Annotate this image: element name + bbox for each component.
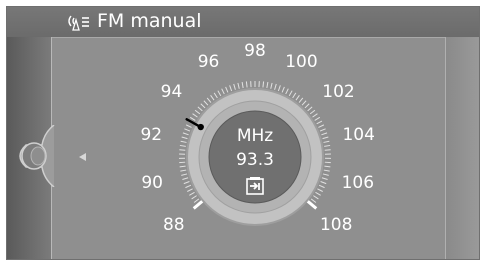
scale-tick [213,92,218,99]
scale-tick [191,195,197,200]
scale-tick [203,100,209,106]
scale-tick [321,177,328,181]
scale-tick [318,124,325,128]
scale-tick [179,149,186,151]
scale-label-96: 96 [197,51,220,72]
scale-tick [281,86,285,93]
scale-tick [206,97,212,103]
scale-tick [315,191,321,196]
scale-tick [274,83,277,90]
scale-tick [194,109,201,115]
scale-tick [298,97,304,103]
scale-tick [183,181,190,185]
radio-screen: FM manual 88 90 92 94 96 98 100 102 104 106 108 MH… [6,6,480,260]
scale-label-98: 98 [244,41,266,61]
scale-tick [323,169,330,172]
scale-tick [225,86,229,93]
scale-tick [180,169,187,172]
scale-tick [241,82,244,89]
scale-tick [270,82,273,89]
scale-tick [187,188,193,192]
scale-tick [277,85,281,92]
scale-tick [266,82,269,89]
scale-tick [237,82,240,89]
scale-tick [179,165,186,168]
scale-label-90: 90 [141,172,163,193]
scale-tick [181,173,188,176]
scale-tick [307,106,313,112]
scale-tick [184,128,191,132]
scale-tick [189,191,195,196]
scale-tick [200,103,206,109]
scale-tick [321,132,328,136]
scale-tick [319,128,326,132]
scale-tick [197,106,203,112]
scale-tick [229,85,233,92]
scale-tick [312,113,318,118]
scale-tick [320,181,327,185]
scale-tick [288,90,293,97]
scale-tick [324,144,331,147]
scale-tick [301,100,307,106]
scale-tick [304,103,310,109]
scale-tick [245,81,248,88]
scale-tick [221,88,225,95]
scale-label-108: 108 [319,215,353,236]
scale-tick [323,140,330,143]
scale-tick [189,116,196,121]
scale-tick [292,92,297,99]
scale-tick [181,136,188,140]
scale-tick [185,124,192,128]
scale-label-102: 102 [322,81,355,102]
scale-tick [182,132,189,136]
scale-tick [192,113,198,118]
scale-label-106: 106 [341,172,375,193]
frequency-value: 93.3 [236,150,274,170]
scale-label-94: 94 [160,81,183,102]
scale-tick [322,136,329,140]
scale-label-92: 92 [140,124,163,145]
pointer-dot [197,123,204,131]
scale-tick [310,198,317,203]
scale-tick [180,140,187,143]
scale-tick [324,165,331,168]
scale-label-104: 104 [342,124,375,145]
scale-tick [210,95,215,101]
scale-tick [322,173,329,176]
scale-tick [316,120,323,125]
scale-tick [313,195,319,200]
scale-label-88: 88 [162,215,185,236]
scale-tick [295,95,300,101]
scale-tick [262,81,265,88]
scale-tick [317,188,323,192]
scale-tick [193,198,200,203]
store-preset-icon[interactable] [244,175,266,197]
scale-tick [285,88,289,95]
unit-label: MHz [236,126,274,146]
scale-label-100: 100 [285,51,318,72]
scale-tick [217,90,222,97]
scale-tick [309,109,316,115]
scale-tick [179,144,186,147]
scale-tick [233,83,236,90]
scale-tick [182,177,189,181]
scale-tick [314,116,321,121]
scale-tick [324,149,331,151]
scale-tick [318,184,325,189]
scale-tick [185,184,192,189]
